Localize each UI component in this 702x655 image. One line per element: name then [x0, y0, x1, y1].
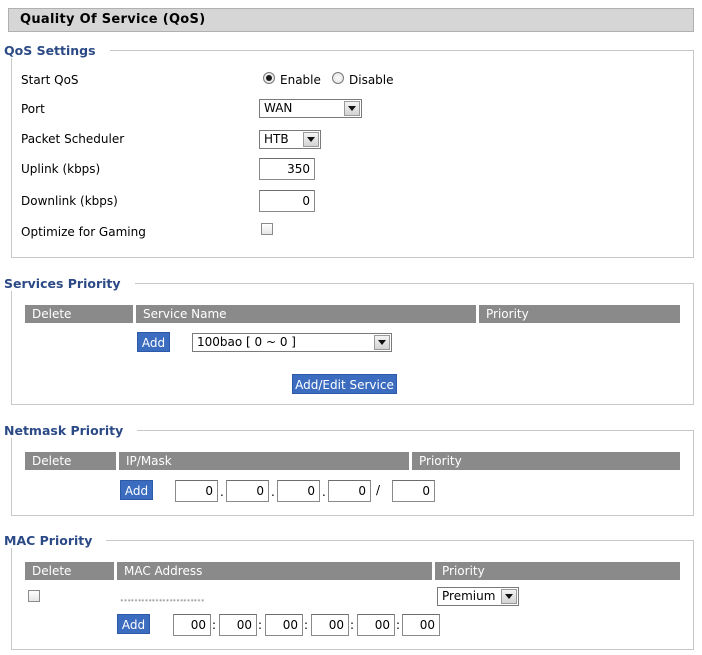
chevron-down-icon	[303, 132, 319, 147]
mac-octet-2-input[interactable]: 00	[219, 614, 257, 636]
port-label: Port	[21, 102, 45, 116]
mac-col-delete: Delete	[25, 562, 114, 580]
start-qos-disable-radio[interactable]	[332, 72, 344, 84]
uplink-input[interactable]: 350	[259, 158, 315, 180]
mac-colon-separator: :	[396, 618, 401, 632]
netmask-col-priority: Priority	[412, 452, 680, 470]
mac-octet-6-input[interactable]: 00	[402, 614, 440, 636]
mac-add-button[interactable]: Add	[117, 614, 150, 634]
netmask-priority-fieldset	[11, 430, 694, 516]
mac-colon-separator: :	[304, 618, 309, 632]
start-qos-enable-radio[interactable]	[263, 72, 275, 84]
downlink-label: Downlink (kbps)	[21, 194, 118, 208]
services-col-service-name: Service Name	[136, 305, 476, 323]
mac-octet-5-input[interactable]: 00	[357, 614, 395, 636]
add-edit-service-button[interactable]: Add/Edit Service	[292, 374, 397, 394]
mask-slash-separator: /	[376, 483, 381, 497]
downlink-input[interactable]: 0	[259, 190, 315, 212]
mac-octet-4-input[interactable]: 00	[311, 614, 349, 636]
services-add-button[interactable]: Add	[137, 332, 170, 352]
chevron-down-icon	[374, 335, 390, 350]
netmask-priority-legend: Netmask Priority	[4, 423, 138, 438]
enable-label: Enable	[280, 73, 321, 87]
mac-colon-separator: :	[258, 618, 263, 632]
packet-scheduler-value: HTB	[264, 132, 289, 146]
services-priority-legend: Services Priority	[4, 276, 135, 291]
mac-row-address: ……………………	[120, 591, 205, 604]
mac-row-delete-checkbox[interactable]	[28, 590, 40, 602]
ip-octet-3-input[interactable]: 0	[277, 480, 320, 502]
ip-dot-separator: .	[220, 485, 224, 499]
chevron-down-icon	[501, 589, 517, 604]
services-col-priority: Priority	[479, 305, 680, 323]
chevron-down-icon	[344, 101, 360, 116]
uplink-label: Uplink (kbps)	[21, 162, 101, 176]
mac-priority-legend: MAC Priority	[4, 533, 107, 548]
mac-priority-fieldset	[11, 540, 694, 650]
mac-row-priority-value: Premium	[442, 589, 496, 603]
mac-colon-separator: :	[350, 618, 355, 632]
ip-dot-separator: .	[322, 485, 326, 499]
page-title: Quality Of Service (QoS)	[8, 8, 694, 32]
ip-octet-2-input[interactable]: 0	[226, 480, 269, 502]
optimize-gaming-checkbox[interactable]	[261, 223, 273, 235]
start-qos-label: Start QoS	[21, 73, 79, 87]
service-select-value: 100bao [ 0 ~ 0 ]	[197, 335, 296, 349]
packet-scheduler-select[interactable]: HTB	[259, 130, 321, 149]
port-select[interactable]: WAN	[259, 99, 362, 118]
mask-input[interactable]: 0	[392, 480, 435, 502]
mac-row-priority-select[interactable]: Premium	[437, 587, 519, 606]
mac-octet-1-input[interactable]: 00	[173, 614, 211, 636]
ip-octet-1-input[interactable]: 0	[175, 480, 218, 502]
services-col-delete: Delete	[25, 305, 133, 323]
qos-settings-legend: QoS Settings	[4, 43, 110, 58]
mac-col-mac-address: MAC Address	[117, 562, 432, 580]
netmask-col-delete: Delete	[25, 452, 116, 470]
mac-col-priority: Priority	[435, 562, 680, 580]
port-select-value: WAN	[264, 101, 293, 115]
ip-dot-separator: .	[271, 485, 275, 499]
mac-octet-3-input[interactable]: 00	[265, 614, 303, 636]
netmask-add-button[interactable]: Add	[120, 480, 153, 500]
mac-colon-separator: :	[212, 618, 217, 632]
packet-scheduler-label: Packet Scheduler	[21, 132, 125, 146]
optimize-gaming-label: Optimize for Gaming	[21, 225, 146, 239]
netmask-col-ip-mask: IP/Mask	[119, 452, 409, 470]
service-select[interactable]: 100bao [ 0 ~ 0 ]	[192, 333, 392, 352]
ip-octet-4-input[interactable]: 0	[328, 480, 371, 502]
disable-label: Disable	[349, 73, 394, 87]
